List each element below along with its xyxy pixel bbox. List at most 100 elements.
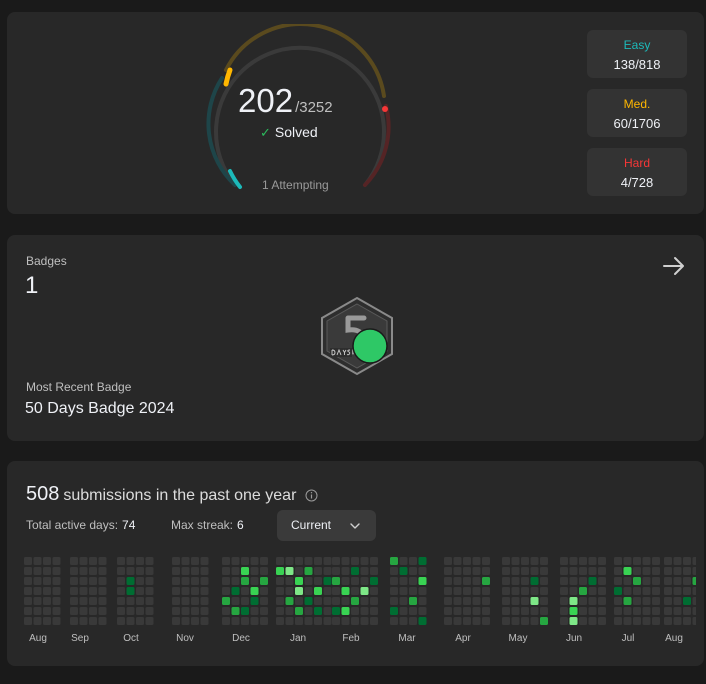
heatmap-cell[interactable] <box>43 597 51 605</box>
heatmap-cell[interactable] <box>390 607 398 615</box>
heatmap-cell[interactable] <box>370 607 378 615</box>
heatmap-cell[interactable] <box>332 607 340 615</box>
heatmap-cell[interactable] <box>191 577 199 585</box>
heatmap-cell[interactable] <box>482 557 490 565</box>
heatmap-cell[interactable] <box>614 587 622 595</box>
heatmap-cell[interactable] <box>222 587 230 595</box>
heatmap-cell[interactable] <box>614 567 622 575</box>
heatmap-cell[interactable] <box>399 617 408 625</box>
heatmap-cell[interactable] <box>588 577 597 585</box>
heatmap-cell[interactable] <box>579 607 587 615</box>
heatmap-cell[interactable] <box>304 557 313 565</box>
heatmap-cell[interactable] <box>222 557 230 565</box>
heatmap-cell[interactable] <box>191 557 199 565</box>
heatmap-cell[interactable] <box>664 587 672 595</box>
heatmap-cell[interactable] <box>295 617 303 625</box>
heatmap-cell[interactable] <box>222 577 230 585</box>
heatmap-cell[interactable] <box>191 597 199 605</box>
heatmap-cell[interactable] <box>43 587 51 595</box>
heatmap-cell[interactable] <box>642 587 651 595</box>
heatmap-cell[interactable] <box>453 617 462 625</box>
heatmap-cell[interactable] <box>172 607 180 615</box>
heatmap-cell[interactable] <box>399 607 408 615</box>
heatmap-cell[interactable] <box>200 567 209 575</box>
heatmap-cell[interactable] <box>453 607 462 615</box>
heatmap-cell[interactable] <box>453 587 462 595</box>
heatmap-cell[interactable] <box>332 577 340 585</box>
heatmap-cell[interactable] <box>172 617 180 625</box>
heatmap-cell[interactable] <box>502 567 510 575</box>
heatmap-cell[interactable] <box>341 587 350 595</box>
heatmap-cell[interactable] <box>43 567 51 575</box>
heatmap-cell[interactable] <box>172 577 180 585</box>
heatmap-cell[interactable] <box>24 617 32 625</box>
heatmap-cell[interactable] <box>250 567 259 575</box>
heatmap-cell[interactable] <box>530 587 539 595</box>
heatmap-cell[interactable] <box>33 587 42 595</box>
heatmap-cell[interactable] <box>332 597 340 605</box>
heatmap-cell[interactable] <box>579 597 587 605</box>
heatmap-cell[interactable] <box>276 567 284 575</box>
heatmap-cell[interactable] <box>418 557 427 565</box>
heatmap-cell[interactable] <box>89 617 97 625</box>
heatmap-cell[interactable] <box>360 557 369 565</box>
heatmap-cell[interactable] <box>482 607 490 615</box>
heatmap-cell[interactable] <box>33 567 42 575</box>
heatmap-cell[interactable] <box>370 557 378 565</box>
heatmap-cell[interactable] <box>683 577 691 585</box>
heatmap-cell[interactable] <box>399 597 408 605</box>
heatmap-cell[interactable] <box>351 577 359 585</box>
heatmap-cell[interactable] <box>295 567 303 575</box>
heatmap-cell[interactable] <box>136 577 144 585</box>
heatmap-cell[interactable] <box>673 597 682 605</box>
heatmap-cell[interactable] <box>304 617 313 625</box>
heatmap-cell[interactable] <box>351 607 359 615</box>
heatmap-cell[interactable] <box>360 577 369 585</box>
heatmap-cell[interactable] <box>633 617 641 625</box>
heatmap-cell[interactable] <box>79 567 88 575</box>
heatmap-cell[interactable] <box>285 617 294 625</box>
heatmap-cell[interactable] <box>390 557 398 565</box>
heatmap-cell[interactable] <box>145 617 154 625</box>
heatmap-cell[interactable] <box>145 577 154 585</box>
heatmap-cell[interactable] <box>588 607 597 615</box>
heatmap-cell[interactable] <box>399 567 408 575</box>
heatmap-cell[interactable] <box>117 597 125 605</box>
heatmap-cell[interactable] <box>569 577 578 585</box>
heatmap-cell[interactable] <box>126 607 135 615</box>
heatmap-cell[interactable] <box>276 597 284 605</box>
heatmap-cell[interactable] <box>444 577 452 585</box>
heatmap-cell[interactable] <box>70 567 78 575</box>
heatmap-cell[interactable] <box>79 577 88 585</box>
heatmap-cell[interactable] <box>463 567 471 575</box>
heatmap-cell[interactable] <box>222 607 230 615</box>
heatmap-cell[interactable] <box>614 577 622 585</box>
heatmap-cell[interactable] <box>540 597 548 605</box>
heatmap-cell[interactable] <box>200 597 209 605</box>
heatmap-cell[interactable] <box>276 577 284 585</box>
heatmap-cell[interactable] <box>351 567 359 575</box>
heatmap-cell[interactable] <box>633 587 641 595</box>
heatmap-cell[interactable] <box>633 567 641 575</box>
heatmap-cell[interactable] <box>409 567 417 575</box>
difficulty-hard[interactable]: Hard 4/728 <box>587 148 687 196</box>
heatmap-cell[interactable] <box>588 557 597 565</box>
heatmap-cell[interactable] <box>664 617 672 625</box>
heatmap-cell[interactable] <box>360 617 369 625</box>
heatmap-cell[interactable] <box>588 587 597 595</box>
heatmap-cell[interactable] <box>623 577 632 585</box>
heatmap-cell[interactable] <box>98 577 107 585</box>
heatmap-cell[interactable] <box>250 597 259 605</box>
heatmap-cell[interactable] <box>314 607 322 615</box>
heatmap-cell[interactable] <box>24 567 32 575</box>
heatmap-cell[interactable] <box>200 577 209 585</box>
heatmap-cell[interactable] <box>560 567 568 575</box>
heatmap-cell[interactable] <box>191 617 199 625</box>
heatmap-cell[interactable] <box>276 587 284 595</box>
heatmap-cell[interactable] <box>332 567 340 575</box>
heatmap-cell[interactable] <box>692 597 697 605</box>
heatmap-cell[interactable] <box>692 557 697 565</box>
heatmap-cell[interactable] <box>126 557 135 565</box>
heatmap-cell[interactable] <box>614 617 622 625</box>
heatmap-cell[interactable] <box>191 587 199 595</box>
